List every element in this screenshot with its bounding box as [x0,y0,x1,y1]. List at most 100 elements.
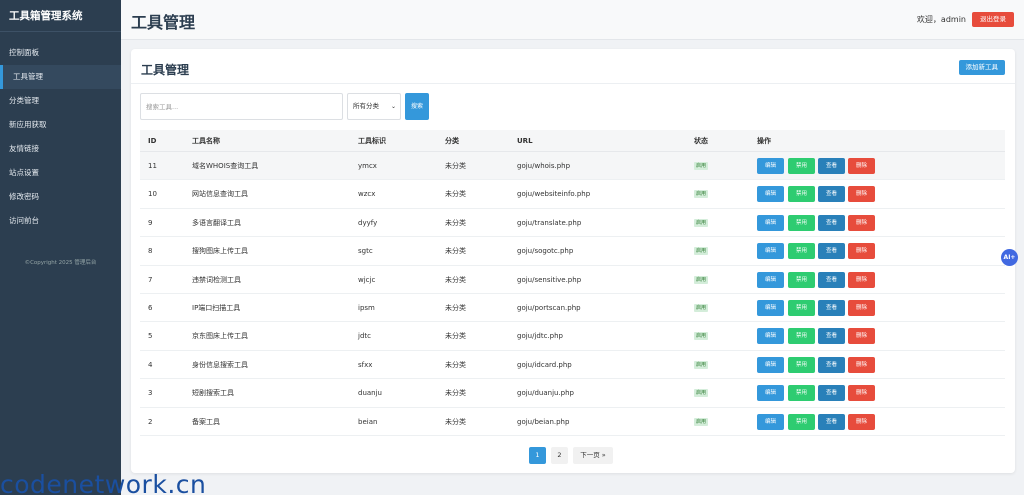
top-header: 工具管理 欢迎，admin 退出登录 [121,0,1024,40]
view-button[interactable]: 查看 [818,328,845,345]
cell-category: 未分类 [445,275,466,284]
cell-name: 短剧搜索工具 [192,389,234,398]
welcome-text: 欢迎，admin [916,15,966,24]
delete-button[interactable]: 删除 [848,186,875,203]
cell-category: 未分类 [445,389,466,398]
cell-category: 未分类 [445,360,466,369]
category-select[interactable]: 所有分类 ⌄ [347,93,401,120]
cell-url: goju/translate.php [517,218,582,227]
cell-id: 8 [148,247,153,256]
view-button[interactable]: 查看 [818,299,845,316]
sidebar-item-frontend[interactable]: 访问前台 [0,209,121,233]
sidebar: 工具箱管理系统 控制面板 工具管理 分类管理 新应用获取 友情链接 站点设置 修… [0,0,121,495]
card-title: 工具管理 [141,63,190,77]
cell-key: wzcx [358,190,376,199]
disable-button[interactable]: 禁用 [788,186,815,203]
tools-table: ID 工具名称 工具标识 分类 URL 状态 操作 11 域名WHOIS查询工具 y… [140,130,1005,436]
disable-button[interactable]: 禁用 [788,271,815,288]
cell-url: goju/sensitive.php [517,275,582,284]
status-badge: 启用 [694,303,709,312]
add-tool-button[interactable]: 添加新工具 [958,60,1005,75]
disable-button[interactable]: 禁用 [788,328,815,345]
header-name: 工具名称 [192,137,220,145]
edit-button[interactable]: 编辑 [757,271,784,288]
delete-button[interactable]: 删除 [848,299,875,316]
edit-button[interactable]: 编辑 [757,214,784,231]
edit-button[interactable]: 编辑 [757,356,784,373]
sidebar-nav: 控制面板 工具管理 分类管理 新应用获取 友情链接 站点设置 修改密码 访问前台 [0,41,121,233]
delete-button[interactable]: 删除 [848,214,875,231]
watermark: codenetwork.cn [0,470,207,495]
header-url: URL [517,137,533,145]
header-status: 状态 [694,137,708,145]
edit-button[interactable]: 编辑 [757,328,784,345]
status-badge: 启用 [694,190,709,199]
edit-button[interactable]: 编辑 [757,299,784,316]
sidebar-item-new-apps[interactable]: 新应用获取 [0,113,121,137]
header-ops: 操作 [757,137,771,145]
search-button[interactable]: 搜索 [405,93,429,120]
disable-button[interactable]: 禁用 [788,214,815,231]
delete-button[interactable]: 删除 [848,328,875,345]
delete-button[interactable]: 删除 [848,356,875,373]
cell-name: 违禁词检测工具 [192,275,241,284]
cell-url: goju/duanju.php [517,389,575,398]
view-button[interactable]: 查看 [818,243,845,260]
cell-url: goju/idcard.php [517,360,572,369]
disable-button[interactable]: 禁用 [788,299,815,316]
view-button[interactable]: 查看 [818,385,845,402]
view-button[interactable]: 查看 [818,356,845,373]
search-input[interactable] [140,93,343,120]
cell-id: 11 [148,162,157,170]
disable-button[interactable]: 禁用 [788,243,815,260]
disable-button[interactable]: 禁用 [788,356,815,373]
edit-button[interactable]: 编辑 [757,186,784,203]
disable-button[interactable]: 禁用 [788,158,815,174]
status-badge: 启用 [694,417,709,426]
delete-button[interactable]: 删除 [848,158,875,174]
delete-button[interactable]: 删除 [848,243,875,260]
cell-name: 备案工具 [192,417,220,426]
cell-url: goju/portscan.php [517,303,581,312]
logout-button[interactable]: 退出登录 [972,12,1014,27]
status-badge: 启用 [694,247,709,256]
table-header: ID 工具名称 工具标识 分类 URL 状态 操作 [140,130,1005,152]
cell-key: ipsm [358,303,375,312]
category-select-value: 所有分类 [353,102,379,110]
sidebar-item-links[interactable]: 友情链接 [0,137,121,161]
cell-key: beian [358,417,378,426]
status-badge: 启用 [694,218,709,227]
ai-assistant-button[interactable]: AI+ [1001,249,1018,266]
cell-key: ymcx [358,162,377,170]
disable-button[interactable]: 禁用 [788,385,815,402]
edit-button[interactable]: 编辑 [757,385,784,402]
view-button[interactable]: 查看 [818,271,845,288]
cell-id: 7 [148,275,153,284]
view-button[interactable]: 查看 [818,158,845,174]
sidebar-item-categories[interactable]: 分类管理 [0,89,121,113]
view-button[interactable]: 查看 [818,214,845,231]
delete-button[interactable]: 删除 [848,413,875,430]
sidebar-item-password[interactable]: 修改密码 [0,185,121,209]
page-2-button[interactable]: 2 [551,447,568,464]
page-1-button[interactable]: 1 [529,447,546,464]
sidebar-item-tools[interactable]: 工具管理 [0,65,121,89]
cell-key: duanju [358,389,382,398]
view-button[interactable]: 查看 [818,413,845,430]
disable-button[interactable]: 禁用 [788,413,815,430]
sidebar-item-settings[interactable]: 站点设置 [0,161,121,185]
view-button[interactable]: 查看 [818,186,845,203]
header-key: 工具标识 [358,137,386,145]
cell-id: 4 [148,360,153,369]
table-row: 5 京东图床上传工具 jdtc 未分类 goju/jdtc.php 启用 编辑 禁用 查看 删除 [140,322,1005,351]
next-page-button[interactable]: 下一页 » [573,447,613,464]
status-badge: 启用 [694,162,709,170]
delete-button[interactable]: 删除 [848,385,875,402]
cell-url: goju/beian.php [517,417,570,426]
sidebar-item-dashboard[interactable]: 控制面板 [0,41,121,65]
delete-button[interactable]: 删除 [848,271,875,288]
cell-category: 未分类 [445,332,466,341]
edit-button[interactable]: 编辑 [757,243,784,260]
edit-button[interactable]: 编辑 [757,158,784,174]
edit-button[interactable]: 编辑 [757,413,784,430]
